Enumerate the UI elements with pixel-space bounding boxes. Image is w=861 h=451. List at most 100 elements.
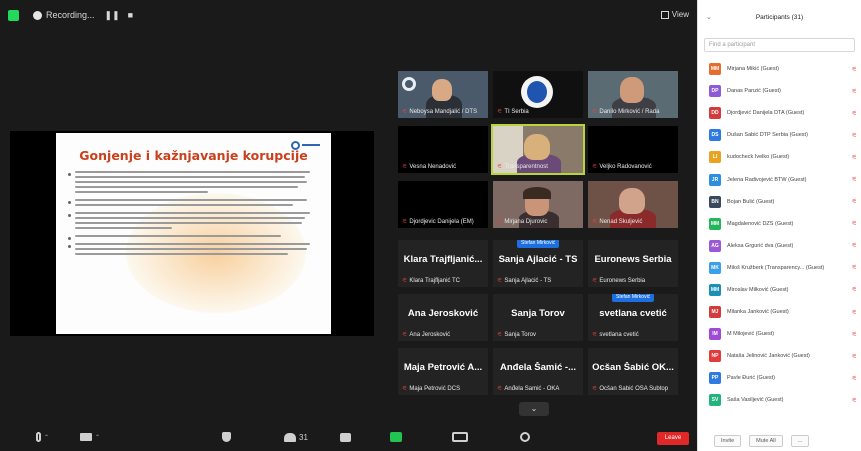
panel-header: ⌄ Participants (31) bbox=[698, 0, 861, 34]
participant-row[interactable]: PP Pavle Đurić (Guest) ⚟ bbox=[698, 367, 861, 389]
slide-bullet bbox=[68, 199, 317, 206]
muted-mic-icon[interactable]: ⚟ bbox=[852, 353, 857, 360]
muted-mic-icon[interactable]: ⚟ bbox=[852, 331, 857, 338]
participant-row[interactable]: DP Danas Panzić (Guest) ⚟ bbox=[698, 80, 861, 102]
name-tile[interactable]: Ocšan Šabić OK... ⚟ Ocšan Šabić OSA Subto… bbox=[588, 348, 678, 395]
participant-row[interactable]: SV Saša Vasiljević (Guest) ⚟ bbox=[698, 389, 861, 411]
invite-button[interactable]: Invite bbox=[714, 435, 742, 447]
muted-mic-icon: ⚟ bbox=[497, 386, 503, 392]
mute-button[interactable]: ⌃ bbox=[36, 428, 49, 446]
muted-mic-icon: ⚟ bbox=[497, 278, 503, 284]
muted-mic-icon[interactable]: ⚟ bbox=[852, 242, 857, 249]
muted-mic-icon[interactable]: ⚟ bbox=[852, 132, 857, 139]
muted-mic-icon[interactable]: ⚟ bbox=[852, 264, 857, 271]
leave-button[interactable]: Leave bbox=[657, 432, 689, 445]
muted-mic-icon: ⚟ bbox=[497, 332, 503, 338]
muted-mic-icon[interactable]: ⚟ bbox=[852, 375, 857, 382]
participant-search-input[interactable]: Find a participant bbox=[704, 38, 855, 52]
avatar: MM bbox=[709, 63, 721, 76]
video-tile[interactable]: ⚟ Veljko Radovanović bbox=[588, 126, 678, 173]
participant-row[interactable]: NP Nataša Jelinović Janković (Guest) ⚟ bbox=[698, 345, 861, 367]
participant-row[interactable]: MM Magdalenović DZS (Guest) ⚟ bbox=[698, 213, 861, 235]
participant-name: Djordjević Danijela DTA (Guest) bbox=[727, 110, 805, 117]
slide-bullet bbox=[68, 243, 317, 255]
share-screen-button[interactable] bbox=[390, 428, 402, 446]
record-button[interactable] bbox=[452, 428, 468, 446]
participant-label: Ocšan Šabić OSA Subtop bbox=[599, 385, 669, 392]
participants-icon bbox=[284, 432, 296, 442]
reactions-button[interactable] bbox=[520, 428, 530, 446]
participant-row[interactable]: MK Miloš Kružberk (Transparency... (Guest… bbox=[698, 257, 861, 279]
active-speaker-tile[interactable]: ⚟ Transparentnost bbox=[491, 124, 585, 175]
more-options-button[interactable]: ... bbox=[790, 435, 810, 447]
top-bar: Recording... ❚❚ ■ View bbox=[0, 0, 697, 30]
participant-label: Veljko Radovanović bbox=[599, 163, 652, 170]
participant-row[interactable]: DD Djordjević Danijela DTA (Guest) ⚟ bbox=[698, 102, 861, 124]
name-tile[interactable]: Stefan Mirković svetlana cvetić ⚟ svetlan… bbox=[588, 294, 678, 341]
participant-row[interactable]: MM Mirjana Mikić (Guest) ⚟ bbox=[698, 58, 861, 80]
shield-icon[interactable] bbox=[8, 9, 19, 21]
participant-row[interactable]: IM M Milojević (Guest) ⚟ bbox=[698, 323, 861, 345]
muted-mic-icon[interactable]: ⚟ bbox=[852, 309, 857, 316]
participant-name: Dušan Šabić DTP Serbia (Guest) bbox=[727, 132, 808, 139]
participant-row[interactable]: JR Jelena Radivojević BTW (Guest) ⚟ bbox=[698, 168, 861, 190]
name-tile[interactable]: Euronews Serbia ⚟ Euronews Serbia bbox=[588, 240, 678, 287]
view-button[interactable]: View bbox=[660, 10, 689, 19]
video-tile[interactable]: ⚟ Djordjevic Danijela (EM) bbox=[398, 181, 488, 228]
muted-mic-icon[interactable]: ⚟ bbox=[852, 220, 857, 227]
chevron-down-icon[interactable]: ⌄ bbox=[706, 13, 712, 21]
participant-name: Nataša Jelinović Janković (Guest) bbox=[727, 353, 810, 360]
video-tile[interactable]: ⚟ Nenad Škuljević bbox=[588, 181, 678, 228]
video-tile[interactable]: ⚟ Neboysa Mandjalić / DTS bbox=[398, 71, 488, 118]
pause-recording-button[interactable]: ❚❚ bbox=[105, 10, 120, 21]
muted-mic-icon[interactable]: ⚟ bbox=[852, 88, 857, 95]
participant-label: svetlana cvetić bbox=[599, 331, 639, 338]
next-page-button[interactable]: ⌄ bbox=[519, 402, 549, 416]
view-label: View bbox=[671, 10, 689, 19]
avatar: MM bbox=[709, 217, 721, 230]
video-tile[interactable]: ⚟ TI Serbia bbox=[493, 71, 583, 118]
video-button[interactable]: ⌃ bbox=[80, 428, 100, 446]
name-tile[interactable]: Stefan Mirković Sanja Ajlacić - TS ⚟ Sanj… bbox=[493, 240, 583, 287]
participant-row[interactable]: MM Miroslav Milković (Guest) ⚟ bbox=[698, 279, 861, 301]
name-tile[interactable]: Sanja Torov ⚟ Sanja Torov bbox=[493, 294, 583, 341]
participant-row[interactable]: LI kudocheck Ivelko (Guest) ⚟ bbox=[698, 146, 861, 168]
participant-row[interactable]: AG Aleksa Grgurić dva (Guest) ⚟ bbox=[698, 235, 861, 257]
muted-mic-icon[interactable]: ⚟ bbox=[852, 397, 857, 404]
mute-options-caret[interactable]: ⌃ bbox=[44, 434, 49, 441]
muted-mic-icon[interactable]: ⚟ bbox=[852, 154, 857, 161]
participant-name: Sanja Ajlacić - TS bbox=[498, 254, 578, 265]
video-tile[interactable]: ⚟ Vesna Nenadović bbox=[398, 126, 488, 173]
avatar: MK bbox=[709, 261, 721, 274]
muted-mic-icon[interactable]: ⚟ bbox=[852, 110, 857, 117]
muted-mic-icon[interactable]: ⚟ bbox=[852, 66, 857, 73]
participant-label: Ana Jerosković bbox=[409, 331, 451, 338]
share-screen-icon bbox=[390, 432, 402, 442]
muted-mic-icon[interactable]: ⚟ bbox=[852, 198, 857, 205]
stop-recording-button[interactable]: ■ bbox=[128, 10, 133, 20]
name-tile[interactable]: Klara Trajfljanić... ⚟ Klara Trajfljanić … bbox=[398, 240, 488, 287]
muted-mic-icon[interactable]: ⚟ bbox=[852, 176, 857, 183]
zoom-window: Recording... ❚❚ ■ View Gonjenje i kažnja… bbox=[0, 0, 861, 451]
participant-row[interactable]: BN Bojan Bulić (Guest) ⚟ bbox=[698, 191, 861, 213]
name-tile[interactable]: Anđela Šamić -... ⚟ Anđela Šamić - OKA bbox=[493, 348, 583, 395]
muted-mic-icon[interactable]: ⚟ bbox=[852, 286, 857, 293]
grid-icon bbox=[660, 10, 669, 19]
muted-mic-icon: ⚟ bbox=[402, 386, 408, 392]
participant-row[interactable]: MJ Milanka Janković (Guest) ⚟ bbox=[698, 301, 861, 323]
security-button[interactable] bbox=[222, 428, 231, 446]
name-tile[interactable]: Ana Jerosković ⚟ Ana Jerosković bbox=[398, 294, 488, 341]
participant-name: Jelena Radivojević BTW (Guest) bbox=[727, 176, 807, 183]
name-tile[interactable]: Maja Petrović A... ⚟ Maja Petrović DCS bbox=[398, 348, 488, 395]
video-tile[interactable]: ⚟ Mirjana Djurovic bbox=[493, 181, 583, 228]
shared-screen[interactable]: Gonjenje i kažnjavanje korupcije bbox=[10, 131, 374, 336]
video-tile[interactable]: ⚟ Danilo Mirković / Rada bbox=[588, 71, 678, 118]
chat-button[interactable] bbox=[340, 428, 351, 446]
participants-button[interactable]: 31 bbox=[284, 428, 308, 446]
participant-row[interactable]: DS Dušan Šabić DTP Serbia (Guest) ⚟ bbox=[698, 124, 861, 146]
muted-mic-icon: ⚟ bbox=[402, 278, 408, 284]
video-options-caret[interactable]: ⌃ bbox=[95, 434, 100, 441]
participant-label: TI Serbia bbox=[504, 108, 529, 115]
participant-label: Djordjevic Danijela (EM) bbox=[409, 218, 474, 225]
mute-all-button[interactable]: Mute All bbox=[749, 435, 783, 447]
